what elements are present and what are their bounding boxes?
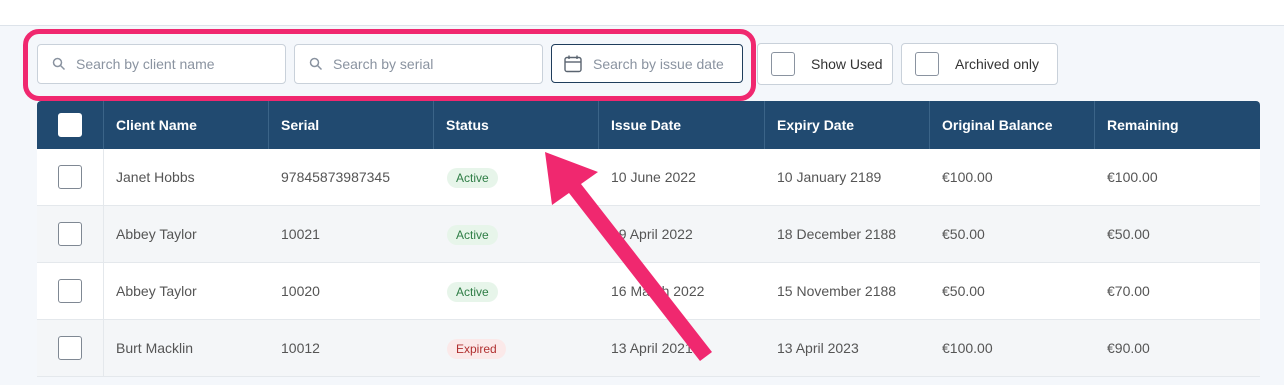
archived-only-checkbox[interactable]	[915, 52, 939, 76]
row-select-cell	[37, 320, 104, 376]
row-checkbox[interactable]	[58, 165, 82, 189]
archived-only-toggle[interactable]: Archived only	[901, 43, 1058, 85]
serial-cell: 97845873987345	[281, 169, 391, 185]
column-header-client-name[interactable]: Client Name	[104, 101, 269, 149]
status-badge: Active	[447, 282, 498, 302]
show-used-label: Show Used	[811, 56, 883, 72]
issue-date-cell: 16 March 2022	[611, 283, 705, 299]
status-badge: Active	[447, 225, 498, 245]
table-row[interactable]: Abbey Taylor 10020 Active 16 March 2022 …	[37, 263, 1260, 320]
remaining-cell: €90.00	[1107, 340, 1150, 356]
remaining-cell: €70.00	[1107, 283, 1150, 299]
remaining-cell: €100.00	[1107, 169, 1158, 185]
client-name-search-input[interactable]	[76, 56, 285, 72]
client-name-cell: Abbey Taylor	[116, 283, 197, 299]
issue-date-cell: 19 April 2022	[611, 226, 693, 242]
expiry-date-cell: 15 November 2188	[777, 283, 897, 299]
column-header-expiry-date[interactable]: Expiry Date	[765, 101, 930, 149]
issue-date-cell: 13 April 2021	[611, 340, 693, 356]
row-checkbox[interactable]	[58, 222, 82, 246]
archived-only-label: Archived only	[955, 56, 1040, 72]
serial-cell: 10012	[281, 340, 320, 356]
table-row[interactable]: Janet Hobbs 97845873987345 Active 10 Jun…	[37, 149, 1260, 206]
column-header-original-balance[interactable]: Original Balance	[930, 101, 1095, 149]
column-header-status[interactable]: Status	[434, 101, 599, 149]
expiry-date-cell: 13 April 2023	[777, 340, 859, 356]
row-checkbox[interactable]	[58, 336, 82, 360]
original-balance-cell: €100.00	[942, 169, 993, 185]
client-name-cell: Burt Macklin	[116, 340, 194, 356]
vouchers-table: Client Name Serial Status Issue Date Exp…	[37, 101, 1260, 377]
header-select-cell	[37, 101, 104, 149]
calendar-icon	[563, 54, 583, 74]
row-select-cell	[37, 149, 104, 205]
select-all-checkbox[interactable]	[58, 113, 82, 137]
table-header: Client Name Serial Status Issue Date Exp…	[37, 101, 1260, 149]
status-cell: Active	[434, 206, 599, 262]
search-icon	[309, 57, 323, 71]
serial-cell: 10020	[281, 283, 320, 299]
column-header-remaining[interactable]: Remaining	[1095, 101, 1260, 149]
table-row[interactable]: Abbey Taylor 10021 Active 19 April 2022 …	[37, 206, 1260, 263]
table-row[interactable]: Burt Macklin 10012 Expired 13 April 2021…	[37, 320, 1260, 377]
row-select-cell	[37, 263, 104, 319]
column-header-serial[interactable]: Serial	[269, 101, 434, 149]
expiry-date-cell: 18 December 2188	[777, 226, 897, 242]
top-bar	[0, 0, 1284, 26]
issue-date-cell: 10 June 2022	[611, 169, 696, 185]
serial-cell: 10021	[281, 226, 320, 242]
serial-search-input[interactable]	[333, 56, 542, 72]
status-badge: Active	[447, 168, 498, 188]
show-used-toggle[interactable]: Show Used	[757, 43, 893, 85]
status-badge: Expired	[447, 339, 506, 359]
status-cell: Expired	[434, 320, 599, 376]
expiry-date-cell: 10 January 2189	[777, 169, 882, 185]
serial-search-field[interactable]	[294, 44, 543, 84]
search-icon	[52, 57, 66, 71]
show-used-checkbox[interactable]	[771, 52, 795, 76]
client-name-search-field[interactable]	[37, 44, 286, 84]
original-balance-cell: €50.00	[942, 226, 985, 242]
original-balance-cell: €50.00	[942, 283, 985, 299]
remaining-cell: €50.00	[1107, 226, 1150, 242]
original-balance-cell: €100.00	[942, 340, 993, 356]
column-header-issue-date[interactable]: Issue Date	[599, 101, 765, 149]
client-name-cell: Abbey Taylor	[116, 226, 197, 242]
row-select-cell	[37, 206, 104, 262]
status-cell: Active	[434, 149, 599, 205]
issue-date-search-input[interactable]	[593, 55, 742, 72]
status-cell: Active	[434, 263, 599, 319]
row-checkbox[interactable]	[58, 279, 82, 303]
issue-date-search-field[interactable]	[551, 44, 743, 83]
client-name-cell: Janet Hobbs	[116, 169, 195, 185]
